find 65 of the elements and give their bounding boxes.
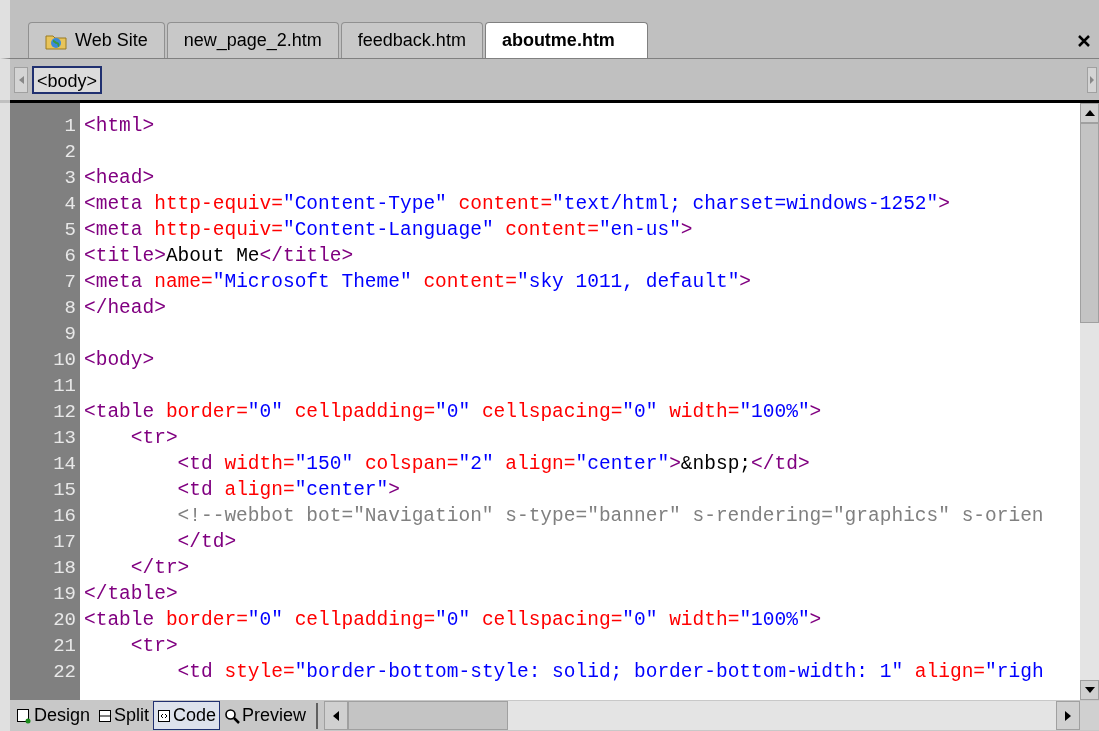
down-arrow-icon: [1084, 687, 1095, 693]
line-number: 19: [53, 582, 76, 607]
left-arrow-icon: [333, 710, 340, 721]
view-tab[interactable]: Split: [94, 701, 154, 730]
code-line: <title>About Me</title>: [84, 244, 354, 269]
line-number: 8: [64, 296, 76, 321]
code-line: <head>: [84, 166, 155, 191]
code-line: <td width="150" colspan="2" align="center">&nbsp;</td>: [176, 452, 810, 477]
line-number: 7: [64, 270, 76, 295]
scroll-left-button[interactable]: [14, 66, 28, 93]
line-number: 15: [53, 478, 76, 503]
line-number: 17: [53, 530, 76, 555]
code-line: <table border="0" cellpadding="0" cellspacing="0" width="100%">: [84, 400, 822, 425]
split-view-icon: [98, 708, 113, 723]
right-arrow-icon: [1065, 710, 1071, 721]
code-line: <!--webbot bot="Navigation" s-type="banner" s-rendering="graphics" s-orien: [176, 504, 1044, 529]
line-number: 6: [64, 244, 76, 269]
code-line: <meta http-equiv="Content-Language" content="en-us">: [84, 218, 693, 243]
code-line: </tr>: [129, 556, 190, 581]
line-number: 14: [53, 452, 76, 477]
line-number: 3: [64, 166, 76, 191]
page-icon: [16, 707, 32, 724]
scroll-right-button[interactable]: [1087, 66, 1097, 93]
line-number: 18: [53, 556, 76, 581]
vertical-scrollbar[interactable]: [1080, 103, 1099, 700]
line-number: 9: [64, 322, 76, 347]
code-line: <html>: [84, 114, 155, 139]
right-arrow-icon: [1090, 75, 1094, 84]
code-line: </head>: [84, 296, 166, 321]
line-number: 1: [64, 114, 76, 139]
line-number: 20: [53, 608, 76, 633]
line-number: 5: [64, 218, 76, 243]
code-line: <tr>: [129, 426, 178, 451]
line-number: 13: [53, 426, 76, 451]
document-tab[interactable]: Web Site: [28, 22, 165, 58]
up-arrow-icon: [1084, 110, 1095, 116]
line-number: 4: [64, 192, 76, 217]
line-number: 11: [53, 374, 76, 399]
magnifier-icon: [224, 707, 241, 724]
code-line: <meta http-equiv="Content-Type" content="text/html; charset=windows-1252">: [84, 192, 950, 217]
view-tab[interactable]: Design: [12, 701, 95, 730]
code-line: <tr>: [129, 634, 178, 659]
line-number: 12: [53, 400, 76, 425]
code-line: </table>: [84, 582, 178, 607]
code-line: <body>: [84, 348, 155, 373]
code-view-icon: [157, 708, 172, 723]
view-tab[interactable]: Code: [153, 701, 221, 730]
horizontal-scrollbar[interactable]: [324, 701, 1099, 730]
line-number: 22: [53, 660, 76, 685]
line-number: 21: [53, 634, 76, 659]
line-number: 10: [53, 348, 76, 373]
code-line: <td align="center">: [176, 478, 400, 503]
line-number: 2: [64, 140, 76, 165]
document-tab[interactable]: new_page_2.htm: [166, 22, 339, 58]
code-line: <td style="border-bottom-style: solid; border-bottom-width: 1" align="righ: [176, 660, 1044, 685]
code-line: <table border="0" cellpadding="0" cellspacing="0" width="100%">: [84, 608, 822, 633]
close-icon[interactable]: [1077, 34, 1091, 48]
document-tab[interactable]: aboutme.htm: [484, 22, 648, 58]
left-arrow-icon: [18, 75, 24, 84]
code-line: <meta name="Microsoft Theme" content="sky 1011, default">: [84, 270, 752, 295]
tag-selector[interactable]: <body>: [32, 65, 103, 94]
code-line: </td>: [176, 530, 237, 555]
document-tab[interactable]: feedback.htm: [340, 22, 483, 58]
line-number: 16: [53, 504, 76, 529]
view-tab[interactable]: Preview: [220, 701, 311, 730]
